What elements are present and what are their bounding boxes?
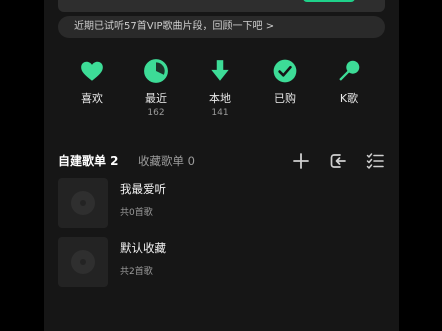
shortcut-grid: 喜欢 最近 162 本地 141 已购 K歌 [44, 58, 399, 128]
tab-favorite-playlists[interactable]: 收藏歌单 0 [138, 153, 195, 169]
shortcut-count: 141 [211, 108, 229, 118]
shortcut-karaoke[interactable]: K歌 [319, 58, 379, 108]
shortcut-label: 喜欢 [81, 92, 103, 105]
microphone-icon [339, 60, 360, 81]
playlist-item[interactable]: 默认收藏 共2首歌 [58, 237, 378, 287]
shortcut-label: 本地 [209, 92, 231, 105]
playlist-song-count: 共2首歌 [120, 267, 153, 277]
shortcut-label: K歌 [339, 92, 359, 105]
shortcut-local[interactable]: 本地 141 [190, 58, 250, 119]
import-icon [330, 153, 346, 168]
tab-created-playlists[interactable]: 自建歌单 2 [58, 152, 119, 169]
checklist-icon [366, 152, 384, 169]
disc-icon [71, 250, 95, 274]
manage-playlist-button[interactable] [365, 151, 385, 171]
playlist-item[interactable]: 我最爱听 共0首歌 [58, 178, 378, 228]
playlist-cover [58, 178, 108, 228]
add-playlist-button[interactable] [291, 151, 311, 171]
download-icon [211, 60, 229, 81]
shortcut-label: 已购 [274, 92, 296, 105]
plus-icon [292, 152, 309, 169]
vip-trial-notice[interactable]: 近期已试听57首VIP歌曲片段，回顾一下吧 > [58, 16, 385, 38]
playlist-title: 我最爱听 [120, 182, 166, 196]
top-card-action[interactable] [303, 0, 355, 2]
clock-icon [144, 59, 168, 83]
import-playlist-button[interactable] [328, 151, 348, 171]
shortcut-favorites[interactable]: 喜欢 [62, 58, 122, 108]
shortcut-label: 最近 [145, 92, 167, 105]
playlist-title: 默认收藏 [120, 241, 166, 255]
shortcut-recent[interactable]: 最近 162 [126, 58, 186, 119]
disc-icon [71, 191, 95, 215]
playlist-song-count: 共0首歌 [120, 208, 153, 218]
shortcut-count: 162 [147, 108, 165, 118]
top-card[interactable] [58, 0, 385, 12]
check-circle-icon [273, 59, 297, 83]
playlist-actions [279, 150, 385, 171]
app-screen: 近期已试听57首VIP歌曲片段，回顾一下吧 > 喜欢 最近 162 本地 141… [44, 0, 399, 331]
playlist-cover [58, 237, 108, 287]
shortcut-purchased[interactable]: 已购 [255, 58, 315, 108]
heart-icon [81, 61, 103, 81]
playlist-tabs: 自建歌单 2 收藏歌单 0 [58, 150, 385, 172]
